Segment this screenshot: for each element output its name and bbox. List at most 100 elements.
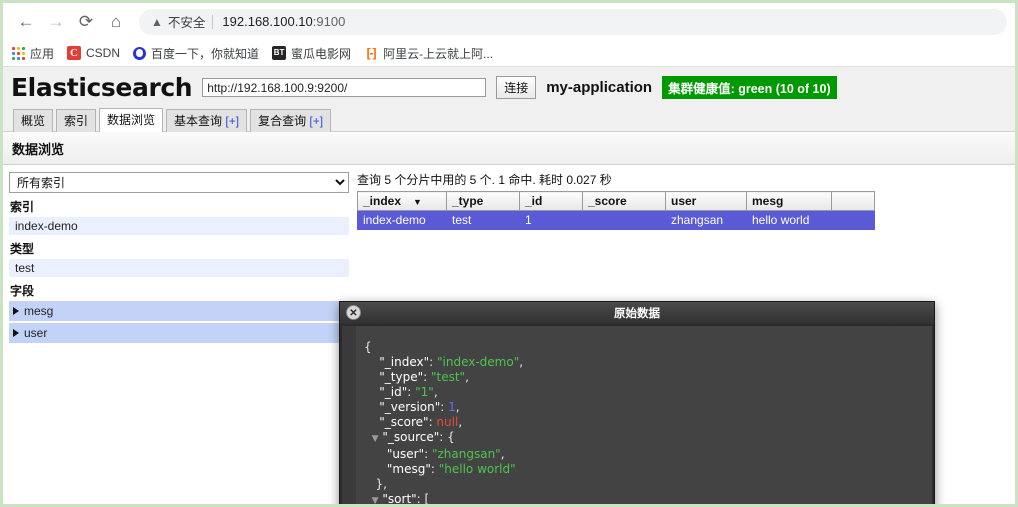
bookmark-aliyun-label: 阿里云-上云就上阿... [383, 46, 494, 61]
raw-data-modal: ✕ 原始数据 { "_index": "index-demo", "_type"… [339, 301, 935, 504]
connect-button[interactable]: 连接 [496, 76, 537, 99]
table-header-row: _index ▼ _type _id _score user mesg [357, 191, 875, 211]
elasticsearch-head-app: Elasticsearch 连接 my-application 集群健康值: g… [3, 67, 1015, 504]
modal-body: { "_index": "index-demo", "_type": "test… [340, 324, 934, 504]
security-label: 不安全 [167, 16, 206, 30]
apps-grid-icon [12, 46, 25, 60]
tab-composite-query[interactable]: 复合查询 [+] [250, 109, 332, 132]
column-header-index-label: _index [363, 194, 402, 208]
cluster-health-badge: 集群健康值: green (10 of 10) [662, 76, 837, 99]
bookmark-apps[interactable]: 应用 [12, 45, 54, 62]
json-value-mesg: "hello world" [438, 462, 516, 476]
tab-composite-query-plus: [+] [309, 114, 324, 128]
column-header-user[interactable]: user [665, 191, 747, 211]
tab-composite-query-label: 复合查询 [258, 114, 310, 128]
cell-index[interactable]: index-demo [357, 210, 447, 230]
cluster-name: my-application [546, 79, 653, 96]
aliyun-icon: [-] [366, 45, 377, 60]
bookmark-bt-movie-label: 蜜瓜电影网 [291, 46, 352, 61]
column-header-index[interactable]: _index ▼ [357, 191, 447, 211]
bookmark-baidu-label: 百度一下，你就知道 [151, 46, 260, 61]
query-status: 查询 5 个分片中用的 5 个. 1 命中. 耗时 0.027 秒 [357, 173, 612, 187]
bookmark-bt-movie[interactable]: BT 蜜瓜电影网 [272, 45, 351, 62]
json-value-score: null [436, 415, 459, 429]
bookmark-csdn[interactable]: C CSDN [67, 46, 120, 60]
column-header-id[interactable]: _id [519, 191, 583, 211]
bookmarks-bar: 应用 C CSDN 百度一下，你就知道 BT 蜜瓜电影网 [-] 阿里云-上云就… [3, 40, 1015, 67]
index-filter-select[interactable]: 所有索引 [9, 172, 349, 193]
sidebar-index-label: 索引 [10, 200, 35, 214]
bookmark-apps-label: 应用 [30, 46, 55, 61]
json-value-type: "test" [430, 370, 466, 384]
tab-overview[interactable]: 概览 [13, 109, 54, 132]
csdn-icon: C [67, 46, 82, 60]
page-title: 数据浏览 [3, 132, 1015, 165]
json-viewer[interactable]: { "_index": "index-demo", "_type": "test… [356, 326, 932, 504]
modal-title-bar: ✕ 原始数据 [340, 302, 934, 325]
json-value-user: "zhangsan" [431, 447, 501, 461]
sort-caret-icon: ▼ [413, 197, 422, 207]
results-table: _index ▼ _type _id _score user mesg inde… [357, 191, 875, 230]
back-arrow-icon[interactable]: ← [11, 8, 41, 36]
cell-type[interactable]: test [446, 210, 520, 230]
sidebar: 所有索引 索引 index-demo 类型 test 字段 mesg user [3, 165, 355, 345]
table-row[interactable]: index-demo test 1 zhangsan hello world [357, 210, 875, 230]
cell-user[interactable]: zhangsan [665, 210, 747, 230]
json-fold-sort-icon[interactable]: ▼ [372, 496, 379, 504]
sidebar-field-user[interactable]: user [9, 323, 349, 343]
cell-score[interactable] [582, 210, 666, 230]
bt-movie-icon: BT [272, 46, 287, 60]
reload-icon[interactable]: ⟳ [71, 8, 101, 36]
results-panel: 查询 5 个分片中用的 5 个. 1 命中. 耗时 0.027 秒 _index… [355, 165, 1015, 230]
column-header-score[interactable]: _score [582, 191, 666, 211]
url-port: :9100 [312, 14, 346, 29]
tab-indices[interactable]: 索引 [56, 109, 97, 132]
es-logo: Elasticsearch [11, 73, 193, 102]
close-circle-icon[interactable]: ✕ [346, 305, 361, 320]
sidebar-field-user-label: user [24, 326, 48, 340]
expand-triangle-icon [13, 307, 19, 315]
column-header-mesg[interactable]: mesg [746, 191, 832, 211]
json-fold-source-icon[interactable]: ▼ [372, 434, 379, 444]
url-host: 192.168.100.10 [222, 14, 313, 29]
cluster-url-input[interactable] [202, 78, 487, 97]
json-value-id: "1" [415, 385, 434, 399]
sidebar-field-mesg-label: mesg [24, 304, 54, 318]
es-tab-bar: 概览 索引 数据浏览 基本查询 [+] 复合查询 [+] [13, 107, 1007, 132]
sidebar-type-item[interactable]: test [9, 259, 349, 277]
modal-title: 原始数据 [614, 308, 660, 320]
tab-basic-query-plus: [+] [225, 114, 240, 128]
bookmark-aliyun[interactable]: [-] 阿里云-上云就上阿... [364, 45, 494, 62]
column-header-blank[interactable] [831, 191, 875, 211]
warning-triangle-icon: ▲ [151, 14, 163, 29]
tab-basic-query-label: 基本查询 [174, 114, 226, 128]
cell-blank[interactable] [831, 210, 875, 230]
tab-data-browse[interactable]: 数据浏览 [99, 108, 164, 132]
tab-indices-label: 索引 [64, 114, 89, 128]
cell-mesg[interactable]: hello world [746, 210, 832, 230]
json-value-index: "index-demo" [437, 355, 520, 369]
bookmark-baidu[interactable]: 百度一下，你就知道 [133, 45, 259, 62]
address-bar[interactable]: ▲ 不安全 192.168.100.10:9100 [139, 8, 1007, 35]
browser-toolbar: ← → ⟳ ⌂ ▲ 不安全 192.168.100.10:9100 [3, 3, 1015, 40]
sidebar-field-label: 字段 [10, 284, 35, 298]
forward-arrow-icon[interactable]: → [41, 8, 71, 36]
es-header: Elasticsearch 连接 my-application 集群健康值: g… [3, 67, 1015, 132]
column-header-type[interactable]: _type [446, 191, 520, 211]
es-header-row: Elasticsearch 连接 my-application 集群健康值: g… [11, 73, 1007, 107]
sidebar-type-label: 类型 [10, 242, 35, 256]
browser-window: ← → ⟳ ⌂ ▲ 不安全 192.168.100.10:9100 应用 C C… [0, 0, 1018, 507]
json-value-version: 1 [448, 400, 456, 414]
home-icon[interactable]: ⌂ [101, 8, 131, 36]
sidebar-field-mesg[interactable]: mesg [9, 301, 349, 321]
tab-data-browse-label: 数据浏览 [107, 113, 156, 127]
omnibox-divider [212, 14, 214, 29]
cell-id[interactable]: 1 [519, 210, 583, 230]
modal-gutter [342, 326, 356, 504]
expand-triangle-icon [13, 329, 19, 337]
tab-basic-query[interactable]: 基本查询 [+] [166, 109, 248, 132]
bookmark-csdn-label: CSDN [86, 46, 121, 60]
tab-overview-label: 概览 [21, 114, 46, 128]
baidu-icon [133, 46, 147, 60]
sidebar-index-item[interactable]: index-demo [9, 217, 349, 235]
